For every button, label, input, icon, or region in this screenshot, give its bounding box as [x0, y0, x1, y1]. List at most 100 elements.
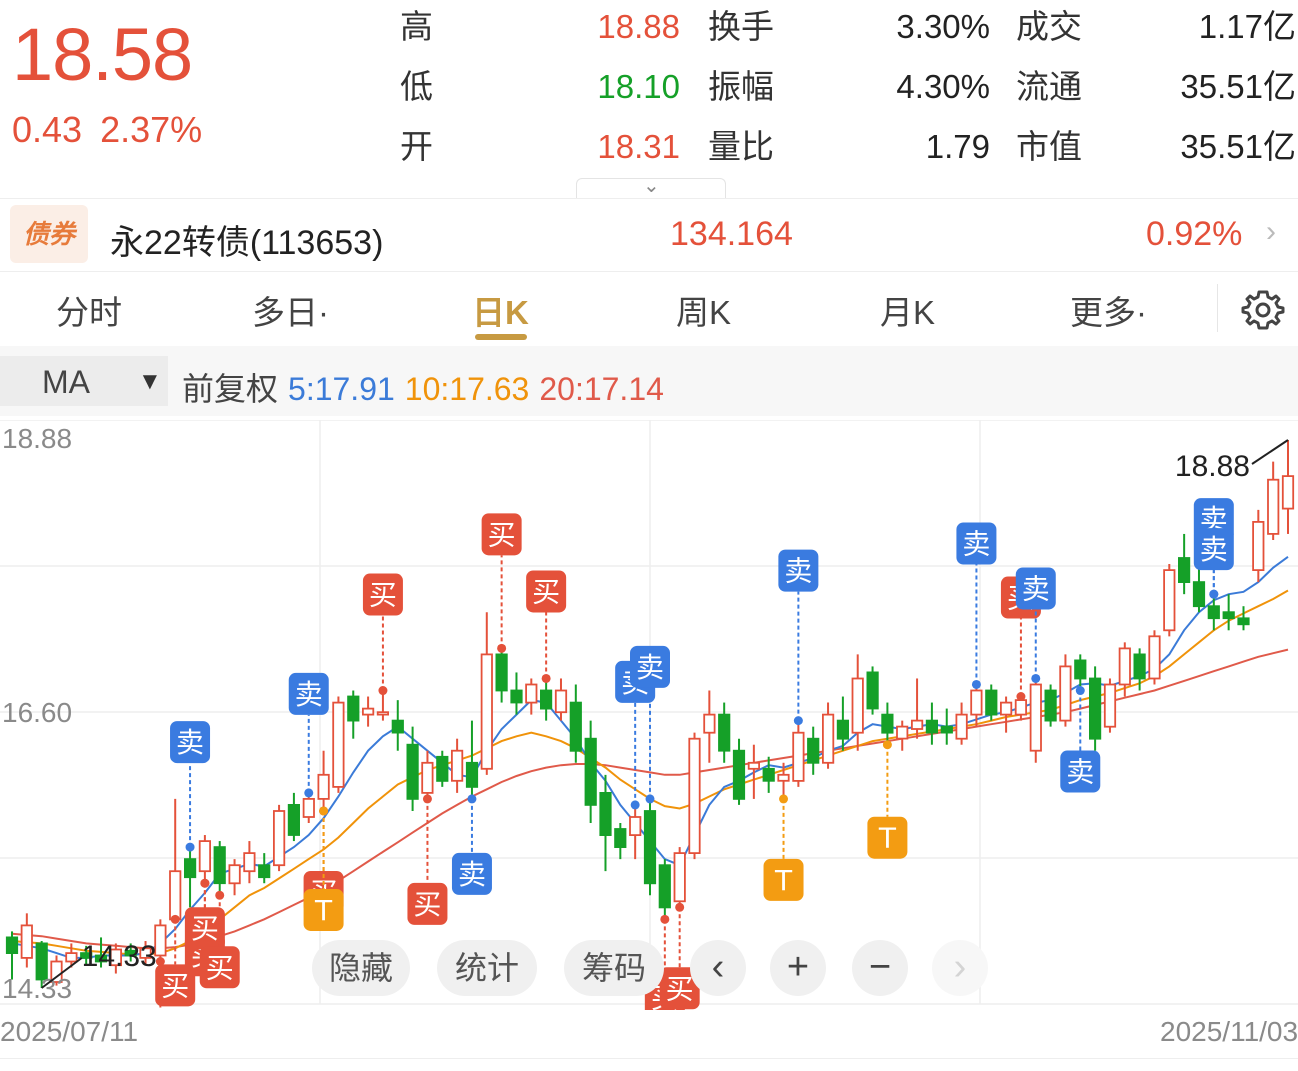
- stat-label-high: 高: [400, 8, 433, 45]
- y-axis-label-low: 14.33: [2, 973, 72, 1004]
- candle-body: [762, 767, 775, 782]
- candle-body: [391, 719, 404, 734]
- chevron-down-icon: ⌄: [643, 175, 660, 197]
- stat-value-high: 18.88: [597, 8, 680, 45]
- candle-body: [1029, 683, 1042, 752]
- candle-body: [495, 653, 508, 692]
- signal-dot: [1031, 673, 1041, 683]
- candle-body: [361, 707, 375, 716]
- chips-button[interactable]: 筹码: [564, 940, 664, 996]
- signal-dot: [200, 878, 210, 888]
- chevron-left-icon[interactable]: ‹: [690, 940, 746, 996]
- candle-body: [703, 713, 716, 734]
- signal-dot: [304, 788, 314, 798]
- t-signal-badge-text: T: [774, 864, 793, 897]
- candle-body: [183, 858, 197, 879]
- tab-multi-day[interactable]: 多日·: [252, 286, 329, 334]
- stat-label-float: 流通: [1016, 68, 1082, 105]
- signal-dot: [378, 686, 388, 696]
- candle-body: [465, 761, 479, 788]
- hide-button[interactable]: 隐藏: [312, 940, 410, 996]
- candle-body: [243, 852, 256, 873]
- sell-signal-badge-text: 卖: [636, 651, 664, 684]
- t-signal-badge-text: T: [314, 894, 333, 927]
- stat-label-low: 低: [400, 68, 433, 105]
- ma-legend: 前复权 5:17.91 10:17.63 20:17.14: [182, 364, 664, 410]
- chevron-right-icon: ›: [1266, 215, 1276, 248]
- stat-value-turnover: 3.30%: [896, 8, 990, 45]
- indicator-select[interactable]: MA ▼: [0, 356, 168, 406]
- candle-body: [1014, 699, 1028, 716]
- bond-name: 永22转债(113653): [110, 224, 384, 262]
- candle-body: [955, 713, 968, 740]
- adjust-mode[interactable]: 前复权: [182, 371, 278, 407]
- candle-body: [1207, 605, 1220, 620]
- candle-body: [1059, 665, 1072, 722]
- expand-quote-button[interactable]: ⌄: [576, 175, 726, 199]
- candle-body: [228, 864, 241, 885]
- sell-signal-badge-text: 卖: [458, 858, 486, 891]
- current-price: 18.58: [12, 13, 193, 96]
- signal-dot: [645, 794, 655, 804]
- candle-body: [569, 701, 582, 752]
- change-amount: 0.43: [12, 109, 83, 150]
- candle-body: [1089, 677, 1102, 740]
- x-axis-start-date: 2025/07/11: [0, 1016, 139, 1047]
- candle-body: [1133, 653, 1146, 680]
- candle-body: [1237, 617, 1250, 626]
- statistics-button[interactable]: 统计: [437, 940, 537, 996]
- stat-value-volume-ratio: 1.79: [925, 128, 990, 165]
- signal-dot: [630, 800, 640, 810]
- convertible-bond-row[interactable]: 债券 永22转债(113653) 134.164 0.92% ›: [0, 198, 1298, 272]
- candle-body: [911, 719, 924, 730]
- candle-body: [302, 797, 315, 818]
- candle-body: [747, 761, 761, 770]
- active-tab-indicator: [475, 334, 527, 340]
- tab-monthly-k[interactable]: 月K: [880, 286, 935, 334]
- minus-icon[interactable]: −: [852, 940, 908, 996]
- buy-signal-badge-text: 买: [206, 951, 234, 984]
- sell-signal-badge-text: 卖: [1200, 533, 1228, 566]
- candle-body: [807, 737, 820, 764]
- candle-body: [1074, 659, 1087, 680]
- candle-body: [881, 713, 894, 734]
- plus-icon[interactable]: +: [770, 940, 826, 996]
- sell-signal-badge-text: 卖: [1066, 756, 1094, 789]
- signal-dot: [467, 794, 477, 804]
- candle-body: [554, 689, 568, 714]
- buy-signal-badge-text: 买: [488, 518, 516, 551]
- candle-body: [643, 810, 657, 885]
- stat-label-market-cap: 市值: [1016, 128, 1082, 165]
- buy-signal-badge-text: 买: [666, 972, 694, 1005]
- buy-signal-badge-text: 买: [191, 912, 219, 945]
- candle-body: [896, 725, 909, 740]
- candle-body: [1163, 569, 1176, 632]
- signal-dot: [660, 914, 670, 924]
- chevron-right-icon[interactable]: ›: [932, 940, 988, 996]
- candle-body: [169, 870, 182, 921]
- signal-dot: [422, 794, 432, 804]
- signal-dot: [1016, 692, 1026, 702]
- kline-chart[interactable]: 买买卖买买买卖买T买买卖买买卖卖买买T卖T卖买卖卖卖卖 18.88 16.60 …: [0, 420, 1298, 1010]
- candle-body: [792, 731, 805, 782]
- gear-icon[interactable]: [1240, 286, 1286, 332]
- candle-body: [658, 864, 671, 909]
- candle-body: [851, 677, 864, 734]
- candle-body: [1148, 635, 1161, 680]
- signal-dot: [971, 679, 981, 689]
- period-tabs: 分时 多日· 日K 周K 月K 更多·: [0, 272, 1298, 344]
- tab-daily-k[interactable]: 日K: [472, 286, 529, 334]
- tab-weekly-k[interactable]: 周K: [676, 286, 731, 334]
- candle-body: [822, 713, 835, 764]
- tab-intraday[interactable]: 分时: [56, 286, 122, 334]
- indicator-select-value: MA: [42, 364, 90, 400]
- tab-more[interactable]: 更多·: [1070, 286, 1147, 334]
- candle-body: [629, 816, 642, 837]
- signal-dot: [170, 914, 180, 924]
- sell-signal-badge-text: 卖: [295, 678, 323, 711]
- indicator-bar: MA ▼ 前复权 5:17.91 10:17.63 20:17.14: [0, 346, 1298, 416]
- candle-body: [836, 719, 850, 740]
- stat-value-amplitude: 4.30%: [896, 68, 990, 105]
- stat-label-open: 开: [400, 128, 433, 165]
- signal-dot: [497, 643, 507, 653]
